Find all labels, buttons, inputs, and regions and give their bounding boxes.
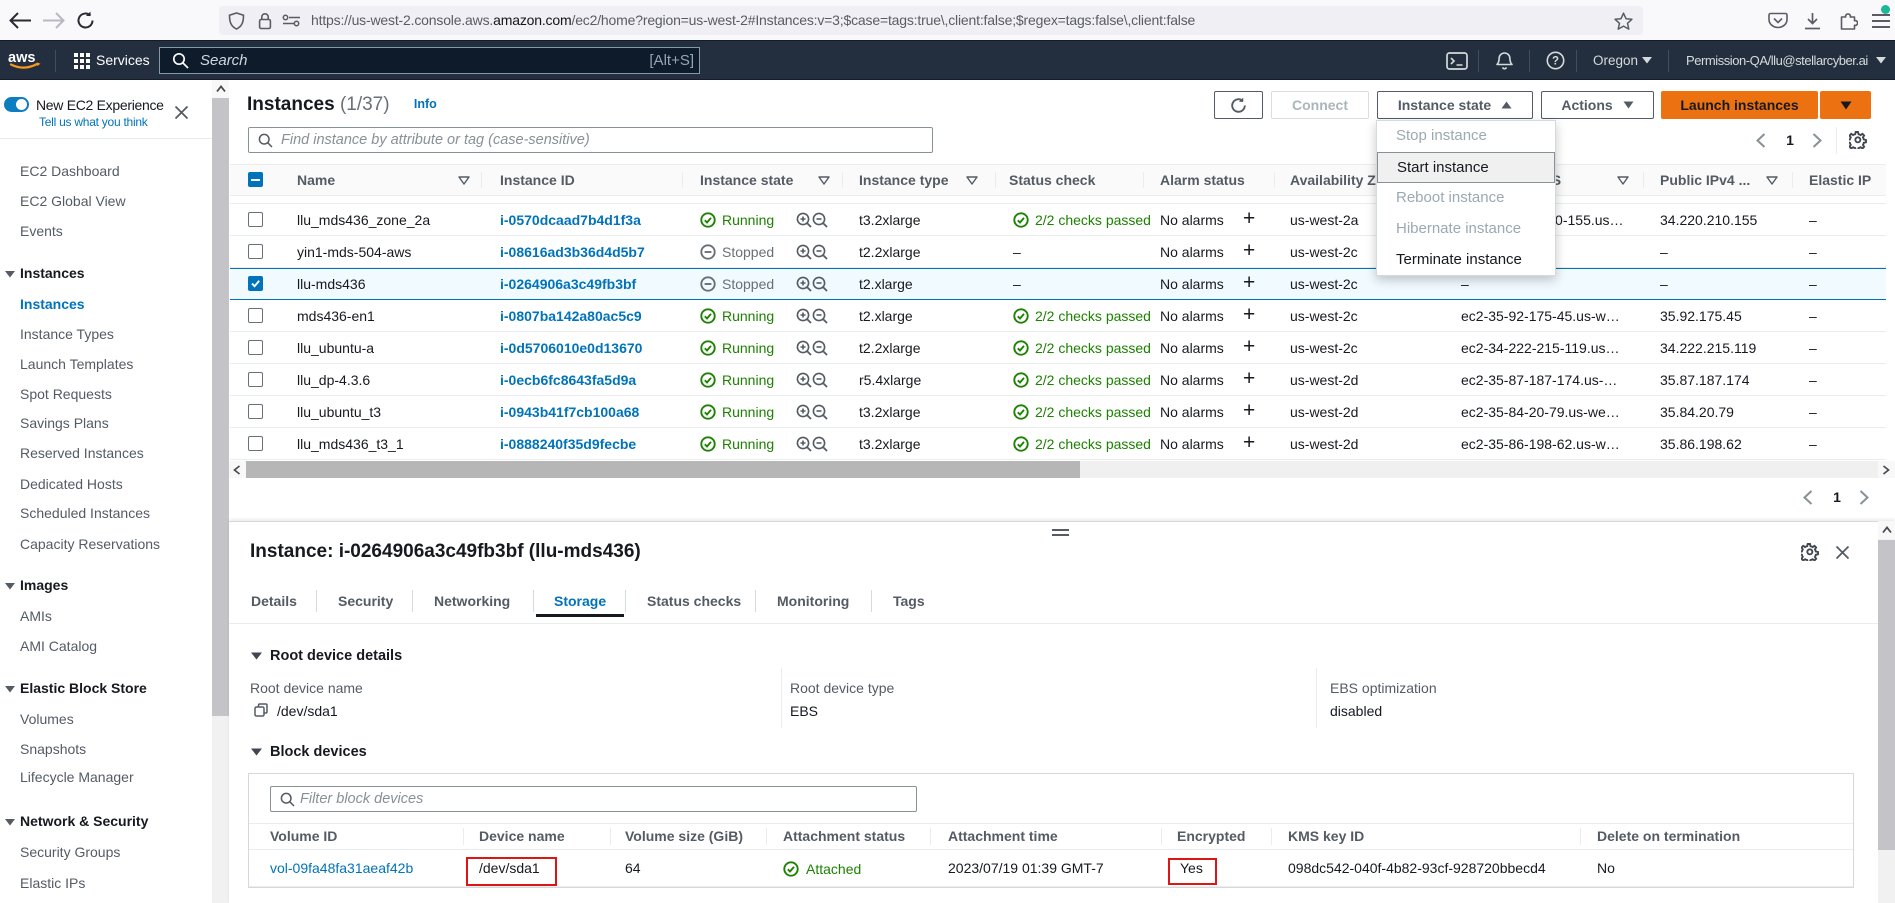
svg-text:aws: aws — [8, 50, 35, 66]
svg-text:?: ? — [1552, 56, 1559, 68]
